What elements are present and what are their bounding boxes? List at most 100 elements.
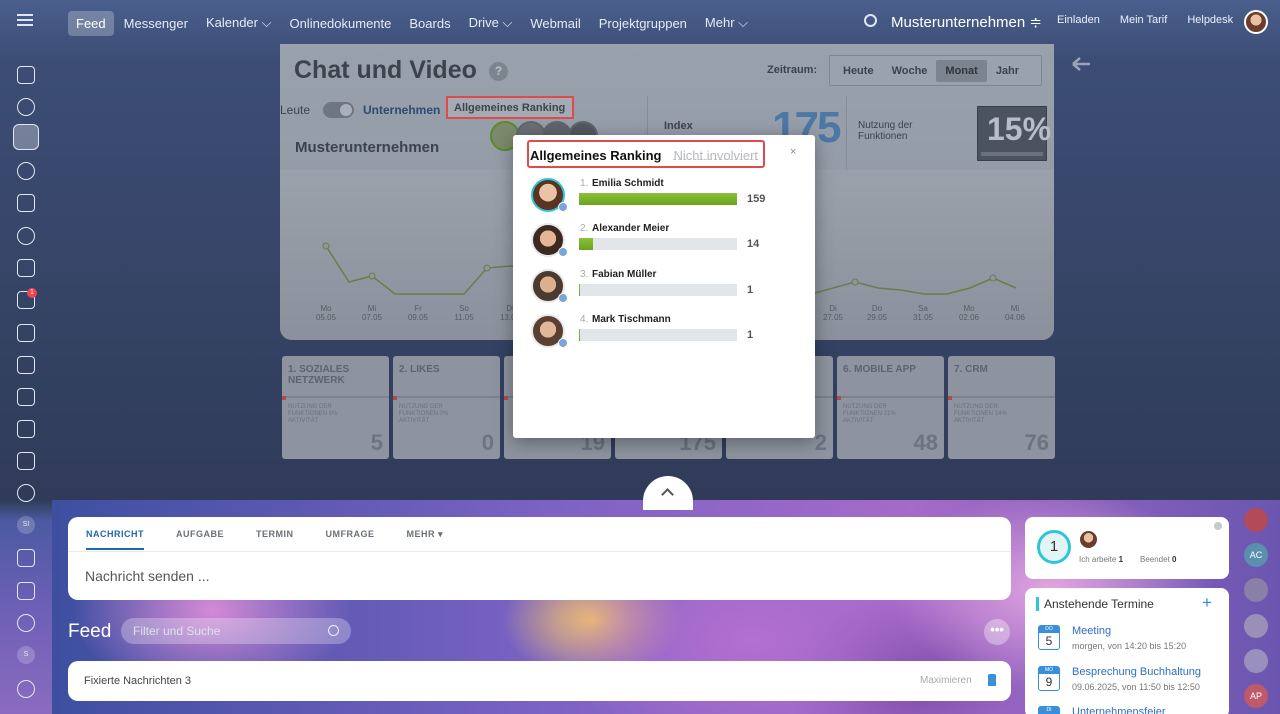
calendar-icon[interactable]: [17, 194, 35, 212]
divider: [846, 96, 847, 170]
rail-avatar-ap[interactable]: AP: [1244, 684, 1268, 708]
nav-boards[interactable]: Boards: [401, 11, 458, 36]
message-input[interactable]: Nachricht senden ...: [85, 568, 210, 584]
stat-card[interactable]: 1. SOZIALES NETZWERK NUTZUNG DER FUNKTION…: [282, 356, 389, 459]
search-icon[interactable]: [864, 14, 877, 27]
ranking-tab[interactable]: Allgemeines Ranking: [446, 96, 574, 119]
event-item[interactable]: DI Unternehmensfeier: [1035, 706, 1229, 714]
ranking-row[interactable]: 1. Emilia Schmidt 159: [531, 178, 811, 220]
popup-tab-not-involved[interactable]: Nicht involviert: [673, 148, 759, 163]
lock-icon[interactable]: [1244, 508, 1268, 532]
check-icon: [558, 293, 568, 303]
rank-name: Emilia Schmidt: [592, 178, 664, 189]
nav-drive[interactable]: Drive ⌵: [461, 10, 521, 36]
filter-search-input[interactable]: Filter und Suche: [121, 618, 351, 644]
rail-avatar-ac[interactable]: AC: [1244, 543, 1268, 567]
news-icon[interactable]: [17, 582, 35, 600]
nav-onlinedokumente[interactable]: Onlinedokumente: [281, 11, 399, 36]
tab-aufgabe[interactable]: AUFGABE: [176, 529, 224, 550]
popup-tab-ranking[interactable]: Allgemeines Ranking: [530, 148, 661, 163]
top-links: Einladen Mein Tarif Helpdesk: [1057, 14, 1253, 26]
card-title: 2. LIKES: [399, 364, 440, 375]
stat-card[interactable]: 2. LIKES NUTZUNG DER FUNKTIONEN 0% AKTIVI…: [393, 356, 500, 459]
help-icon[interactable]: ?: [489, 62, 508, 81]
ranking-row[interactable]: 3. Fabian Müller 1: [531, 269, 811, 311]
stat-card[interactable]: 7. CRM NUTZUNG DER FUNKTIONEN 14% AKTIVIT…: [948, 356, 1055, 459]
more-button[interactable]: •••: [984, 619, 1010, 645]
user-avatar[interactable]: [1244, 10, 1268, 34]
event-item[interactable]: DO 5 Meeting morgen, von 14:20 bis 15:20: [1035, 625, 1229, 661]
invite-link[interactable]: Einladen: [1057, 14, 1100, 26]
period-monat[interactable]: Monat: [936, 59, 987, 82]
rank-name: Mark Tischmann: [592, 314, 671, 325]
nav-feed[interactable]: Feed: [68, 10, 114, 36]
close-icon[interactable]: ×: [790, 146, 796, 158]
sidebar-s[interactable]: S: [17, 646, 35, 664]
helpdesk-link[interactable]: Helpdesk: [1187, 14, 1233, 26]
ranking-row[interactable]: 4. Mark Tischmann 1: [531, 314, 811, 356]
work-count[interactable]: 1: [1037, 530, 1071, 564]
event-name[interactable]: Meeting: [1072, 625, 1111, 637]
search-icon[interactable]: [328, 625, 339, 636]
feed-title: Feed: [68, 621, 112, 642]
add-event-button[interactable]: +: [1202, 593, 1212, 613]
activity-point: [851, 278, 859, 286]
event-name[interactable]: Unternehmensfeier: [1072, 706, 1166, 714]
check-icon: [558, 247, 568, 257]
tab-termin[interactable]: TERMIN: [256, 529, 294, 550]
feed-icon[interactable]: [13, 124, 39, 150]
people-company-toggle[interactable]: [323, 102, 354, 118]
main-nav: Feed Messenger Kalender ⌵ Onlinedokument…: [68, 10, 758, 36]
edit-doc-icon[interactable]: [17, 549, 35, 567]
nav-messenger[interactable]: Messenger: [116, 11, 196, 36]
puzzle-icon[interactable]: [17, 98, 35, 116]
post-composer: NACHRICHT AUFGABE TERMIN UMFRAGE MEHR ▾ …: [68, 517, 1011, 600]
left-sidebar: 1 SI S: [0, 44, 52, 714]
maximize-link[interactable]: Maximieren: [920, 675, 972, 686]
done-stat: Beendet 0: [1140, 555, 1177, 564]
nav-webmail[interactable]: Webmail: [522, 11, 588, 36]
menu-icon[interactable]: [17, 14, 33, 26]
planner-icon[interactable]: [17, 452, 35, 470]
stat-card[interactable]: 6. MOBILE APP NUTZUNG DER FUNKTIONEN 21% …: [837, 356, 944, 459]
event-name[interactable]: Besprechung Buchhaltung: [1072, 666, 1201, 678]
home-icon[interactable]: [17, 66, 35, 84]
activity-point: [483, 264, 491, 272]
contacts-icon[interactable]: [1244, 649, 1268, 673]
pinned-messages[interactable]: Fixierte Nachrichten 3 Maximieren: [68, 661, 1011, 701]
sidebar-si[interactable]: SI: [17, 516, 35, 534]
avatar[interactable]: [1244, 614, 1268, 638]
tab-nachricht[interactable]: NACHRICHT: [86, 529, 144, 550]
chat-icon[interactable]: [17, 162, 35, 180]
nav-kalender[interactable]: Kalender ⌵: [198, 10, 280, 36]
ranking-row[interactable]: 2. Alexander Meier 14: [531, 223, 811, 265]
nav-projektgruppen[interactable]: Projektgruppen: [591, 11, 695, 36]
tab-umfrage[interactable]: UMFRAGE: [326, 529, 375, 550]
composer-tabs: NACHRICHT AUFGABE TERMIN UMFRAGE MEHR ▾: [86, 529, 443, 550]
event-item[interactable]: MO 9 Besprechung Buchhaltung 09.06.2025, …: [1035, 666, 1229, 702]
nav-mehr[interactable]: Mehr ⌵: [697, 10, 756, 36]
close-icon[interactable]: [1214, 522, 1222, 530]
period-jahr[interactable]: Jahr: [987, 60, 1028, 82]
event-dow: MO: [1039, 667, 1059, 674]
presentation-icon[interactable]: [17, 356, 35, 374]
contacts-icon[interactable]: [17, 227, 35, 245]
period-woche[interactable]: Woche: [883, 60, 937, 82]
support-icon[interactable]: [17, 614, 35, 632]
group-icon[interactable]: [1244, 578, 1268, 602]
tab-mehr[interactable]: MEHR ▾: [407, 529, 444, 550]
cart-icon[interactable]: [17, 420, 35, 438]
document-icon[interactable]: [17, 259, 35, 277]
settings-icon[interactable]: [17, 680, 35, 698]
drive-icon[interactable]: [17, 324, 35, 342]
chart-icon[interactable]: [17, 388, 35, 406]
company-switcher[interactable]: Musterunternehmen ≑: [891, 13, 1042, 31]
pin-icon[interactable]: [988, 674, 996, 686]
plan-link[interactable]: Mein Tarif: [1120, 14, 1167, 26]
period-heute[interactable]: Heute: [834, 60, 883, 82]
card-value: 48: [913, 430, 938, 455]
back-arrow-icon[interactable]: [1071, 56, 1091, 72]
target-icon[interactable]: [17, 484, 35, 502]
rank-bar: [579, 238, 737, 250]
unternehmen-label[interactable]: Unternehmen: [363, 103, 440, 117]
